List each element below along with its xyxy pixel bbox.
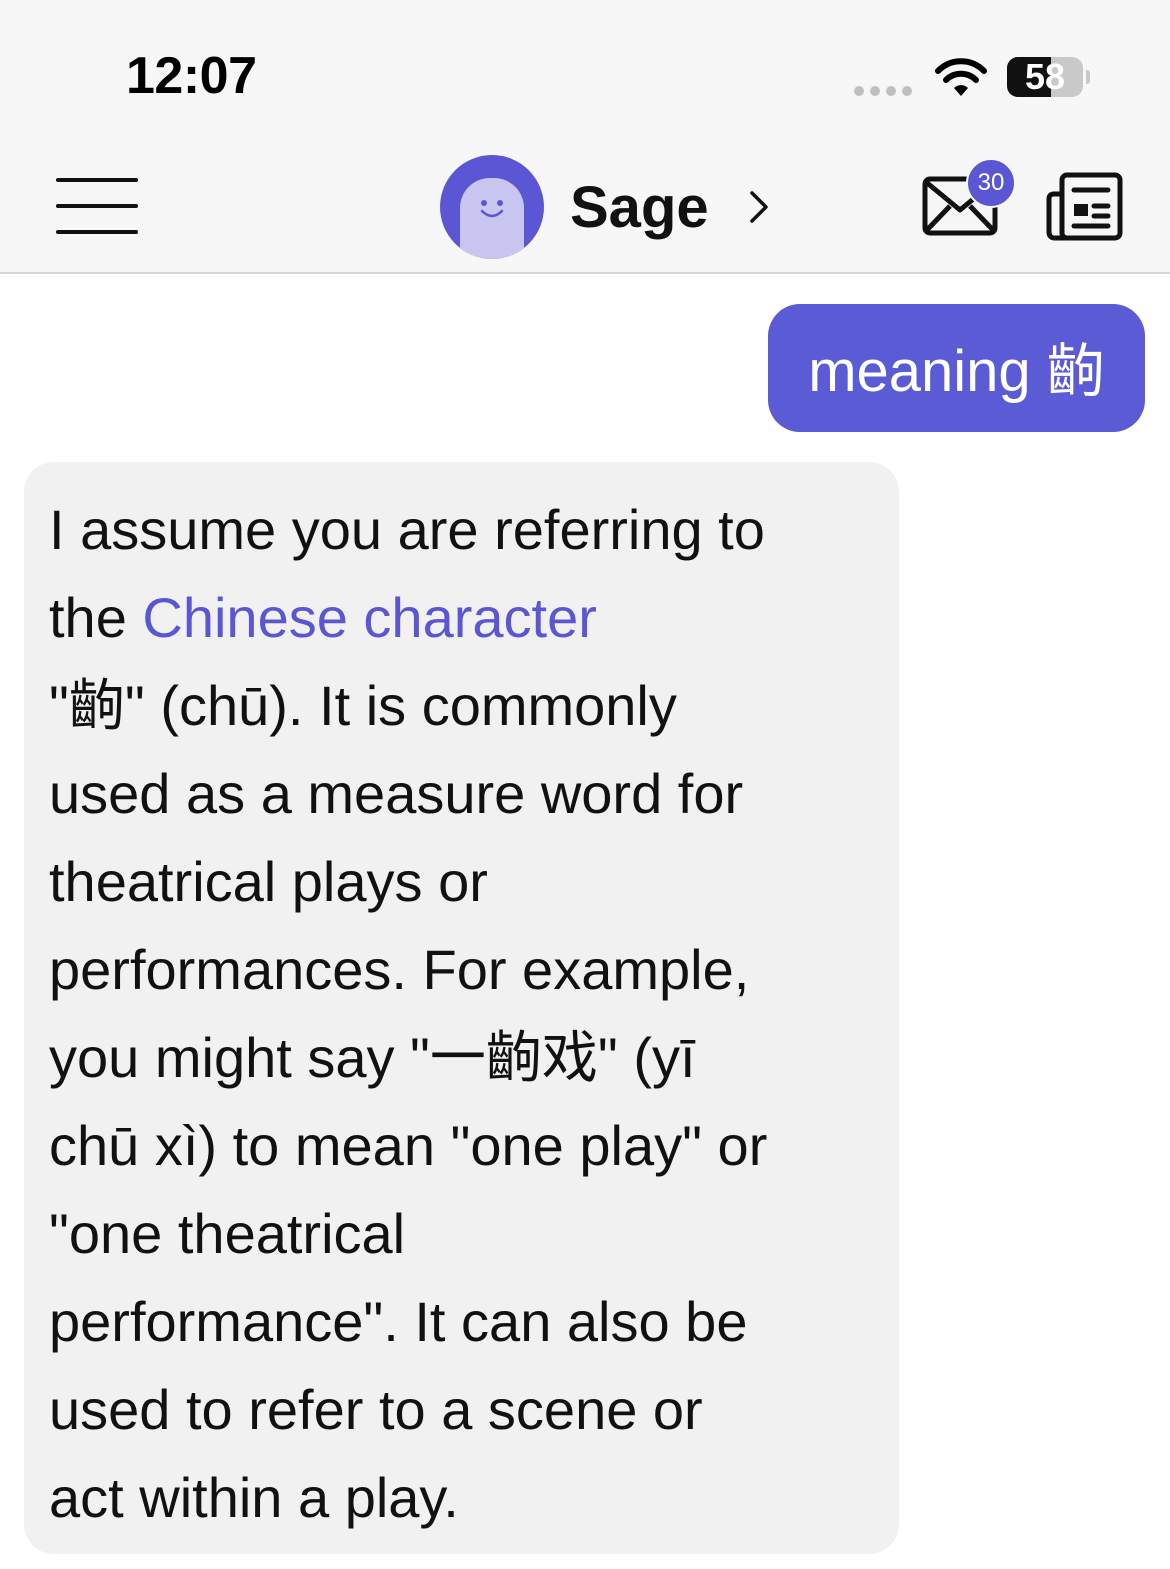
user-message-text: meaning 齣 (808, 339, 1105, 404)
wifi-icon (935, 58, 987, 96)
bot-message-line: chū xì) to mean "one play" or (49, 1114, 768, 1177)
bot-message-line: theatrical plays or (49, 850, 488, 913)
hamburger-menu-icon[interactable] (56, 178, 138, 236)
bot-message-line: "齣" (chū). It is commonly (49, 674, 677, 737)
bot-message-line: used to refer to a scene or (49, 1378, 703, 1441)
chinese-character-link[interactable]: Chinese character (142, 586, 596, 649)
bot-message-line: performances. For example, (49, 938, 750, 1001)
smile-face-icon (480, 200, 504, 218)
bot-message-line: you might say "一齣戏" (yī (49, 1026, 696, 1089)
chevron-right-icon (749, 191, 768, 223)
battery-percent: 58 (1024, 57, 1066, 97)
bot-name: Sage (570, 174, 709, 240)
battery-icon: 58 (1007, 57, 1083, 97)
bot-message-text: I assume you are referring to the Chines… (49, 486, 875, 1542)
bot-message-line: the Chinese character (49, 574, 875, 662)
mail-badge: 30 (966, 158, 1016, 208)
bot-avatar (440, 155, 544, 259)
newspaper-icon[interactable] (1046, 172, 1124, 242)
bot-message-line: act within a play. (49, 1466, 459, 1529)
bot-message-line: I assume you are referring to (49, 498, 765, 561)
top-bar: 12:07 58 Sage 30 (0, 0, 1170, 274)
bot-header-button[interactable]: Sage (440, 155, 769, 259)
battery-cap (1086, 70, 1090, 84)
bot-message-line: performance". It can also be (49, 1290, 748, 1353)
cellular-signal-icon (854, 86, 912, 96)
bot-message-line: used as a measure word for (49, 762, 744, 825)
status-time: 12:07 (126, 47, 257, 105)
user-message-bubble[interactable]: meaning 齣 (768, 304, 1145, 432)
bot-message-bubble[interactable]: I assume you are referring to the Chines… (24, 462, 899, 1554)
bot-message-line: "one theatrical (49, 1202, 406, 1265)
bot-message-fragment: the (49, 586, 143, 649)
